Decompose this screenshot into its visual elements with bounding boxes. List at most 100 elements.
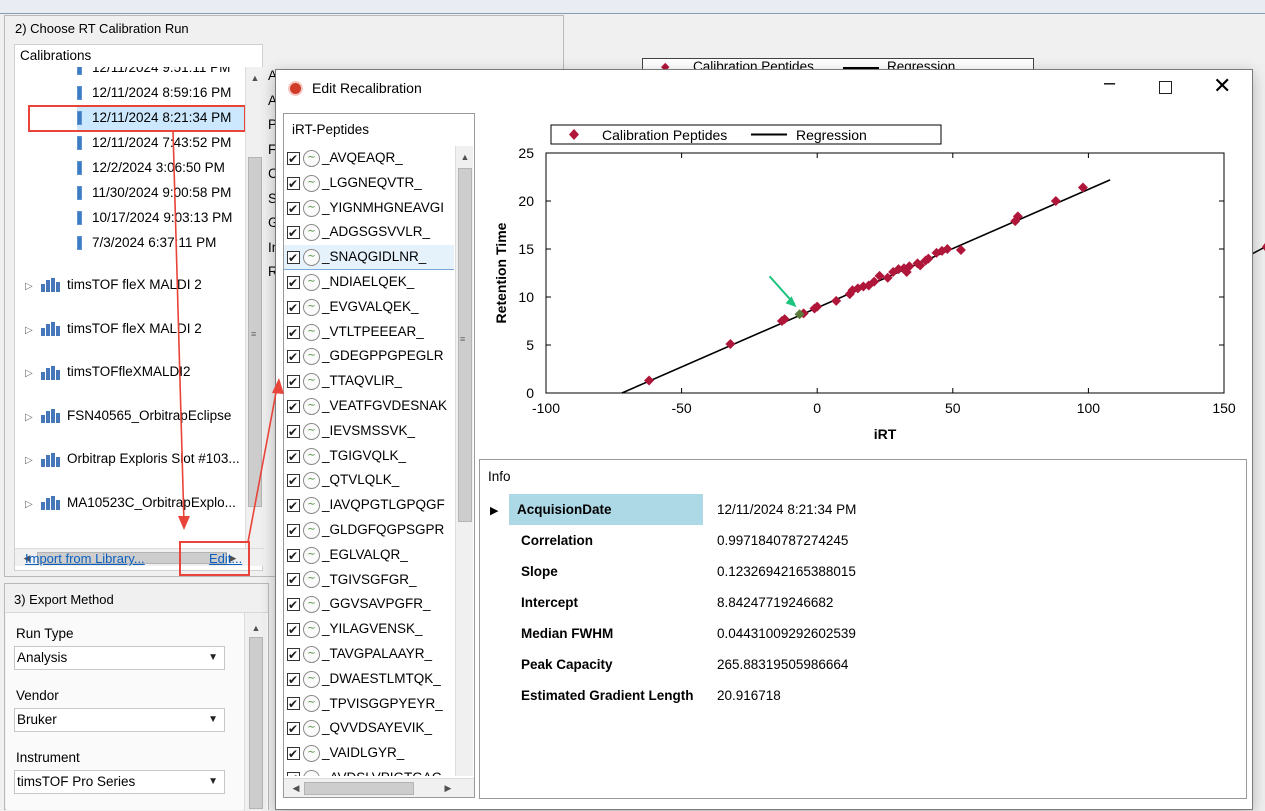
peptide-item[interactable]: ∼_EVGVALQEK_ [284, 295, 454, 320]
peptides-horizontal-scrollbar[interactable]: ◀ ▶ [284, 778, 474, 797]
expand-icon[interactable]: ▷ [25, 309, 35, 353]
expand-icon[interactable]: ▷ [25, 483, 35, 527]
calibration-run-item[interactable]: 12/11/2024 8:59:16 PM [77, 80, 247, 105]
peptide-item[interactable]: ∼_YIGNMHGNEAVGI [284, 196, 454, 220]
peptide-checkbox[interactable] [287, 469, 300, 493]
peptide-checkbox[interactable] [287, 519, 300, 543]
peptide-checkbox[interactable] [287, 742, 300, 766]
peptide-item[interactable]: ∼_DWAESTLMTQK_ [284, 667, 454, 692]
peptide-checkbox[interactable] [287, 618, 300, 642]
instrument-node[interactable]: ▷ timsTOF fleX MALDI 2 [25, 263, 250, 307]
peptide-item[interactable]: ∼_NDIAELQEK_ [284, 270, 454, 295]
close-icon[interactable]: ✕ [1213, 73, 1231, 99]
peptides-scroll-thumb[interactable] [458, 168, 472, 522]
peptide-checkbox[interactable] [287, 494, 300, 518]
peptide-item[interactable]: ∼_TGIGVQLK_ [284, 444, 454, 468]
peptide-checkbox[interactable] [287, 568, 300, 592]
vendor-combo[interactable]: Bruker ▼ [14, 708, 225, 732]
info-row[interactable]: Intercept 8.84247719246682 [488, 587, 1228, 618]
calibration-run-item[interactable]: 12/11/2024 9:51:11 PM [77, 67, 247, 80]
minimize-icon[interactable]: – [1104, 72, 1115, 95]
peptide-checkbox[interactable] [287, 246, 300, 269]
peptide-item[interactable]: ∼_SNAQGIDLNR_ [284, 245, 454, 270]
peptide-checkbox[interactable] [287, 221, 300, 245]
peptides-vertical-scrollbar[interactable]: ▲ ≡ [455, 146, 473, 776]
maximize-icon[interactable] [1159, 81, 1172, 94]
instrument-node[interactable]: ▷ Orbitrap Exploris Slot #103... [25, 437, 250, 481]
peptide-label: _EVGVALQEK_ [322, 298, 419, 314]
peptide-checkbox[interactable] [287, 271, 300, 295]
peptide-checkbox[interactable] [287, 692, 300, 716]
peptide-item[interactable]: ∼_ADGSGSVVLR_ [284, 220, 454, 245]
scroll-up-icon[interactable]: ▲ [248, 71, 262, 85]
peptide-item[interactable]: ∼_VTLTPEEEAR_ [284, 320, 454, 344]
info-row[interactable]: Slope 0.12326942165388015 [488, 556, 1228, 587]
peptide-checkbox[interactable] [287, 345, 300, 369]
peptide-item[interactable]: ∼_GGVSAVPGFR_ [284, 592, 454, 617]
scroll-left-icon[interactable]: ◀ [290, 781, 302, 795]
peptide-checkbox[interactable] [287, 370, 300, 394]
peptide-checkbox[interactable] [287, 296, 300, 320]
peptide-item[interactable]: ∼_YILAGVENSK_ [284, 617, 454, 642]
peptide-checkbox[interactable] [287, 717, 300, 741]
peptide-checkbox[interactable] [287, 767, 300, 776]
calibration-run-item[interactable]: 12/2/2024 3:06:50 PM [77, 155, 247, 180]
peptide-checkbox[interactable] [287, 395, 300, 419]
peptide-item[interactable]: ∼_VAIDLGYR_ [284, 741, 454, 766]
peptide-checkbox[interactable] [287, 593, 300, 617]
info-row[interactable]: Median FWHM 0.04431009292602539 [488, 618, 1228, 649]
export-scroll-thumb[interactable] [249, 637, 263, 809]
peptides-h-scroll-thumb[interactable] [304, 782, 414, 795]
peptide-item[interactable]: ∼_QVVDSAYEVIK_ [284, 716, 454, 741]
peptide-checkbox[interactable] [287, 643, 300, 667]
calibration-run-item[interactable]: 10/17/2024 9:03:13 PM [77, 205, 247, 230]
peptide-item[interactable]: ∼_TGIVSGFGR_ [284, 568, 454, 592]
peptide-item[interactable]: ∼_QTVLQLK_ [284, 468, 454, 493]
peptide-checkbox[interactable] [287, 147, 300, 171]
peptide-checkbox[interactable] [287, 197, 300, 220]
peptide-item[interactable]: ∼_IEVSMSSVK_ [284, 419, 454, 444]
scroll-up-icon[interactable]: ▲ [458, 150, 472, 164]
scroll-right-icon[interactable]: ▶ [442, 781, 454, 795]
instrument-combo[interactable]: timsTOF Pro Series ▼ [14, 770, 225, 794]
expand-icon[interactable]: ▷ [25, 396, 35, 440]
peptide-checkbox[interactable] [287, 544, 300, 568]
calibration-run-item[interactable]: 7/3/2024 6:37:11 PM [77, 230, 247, 255]
info-row[interactable]: Peak Capacity 265.88319505986664 [488, 649, 1228, 680]
instrument-node[interactable]: ▷ timsTOF fleX MALDI 2 [25, 307, 250, 351]
peptide-checkbox[interactable] [287, 420, 300, 444]
info-row[interactable]: Correlation 0.9971840787274245 [488, 525, 1228, 556]
peptide-checkbox[interactable] [287, 321, 300, 344]
peptide-checkbox[interactable] [287, 445, 300, 468]
peptide-item[interactable]: ∼_GDEGPPGPEGLR [284, 344, 454, 369]
peptide-item[interactable]: ∼_EGLVALQR_ [284, 543, 454, 568]
scroll-up-icon[interactable]: ▲ [249, 621, 263, 635]
peptide-item[interactable]: ∼_AVDSLVPIGTGAC [284, 766, 454, 776]
info-row[interactable]: Estimated Gradient Length 20.916718 [488, 680, 1228, 711]
tree-vertical-scrollbar[interactable]: ▲ ≡ [245, 67, 263, 548]
peptide-item[interactable]: ∼_IAVQPGTLGPQGF [284, 493, 454, 518]
peptide-item[interactable]: ∼_VEATFGVDESNAK [284, 394, 454, 419]
peptide-item[interactable]: ∼_TTAQVLIR_ [284, 369, 454, 394]
calibration-run-item[interactable]: 11/30/2024 9:00:58 PM [77, 180, 247, 205]
instrument-node[interactable]: ▷ timsTOFfleXMALDI2 [25, 350, 250, 394]
peptide-item[interactable]: ∼_TPVISGGPYEYR_ [284, 692, 454, 716]
expand-icon[interactable]: ▷ [25, 265, 35, 309]
expand-icon[interactable]: ▷ [25, 439, 35, 483]
expand-icon[interactable]: ▷ [25, 352, 35, 396]
info-value: 265.88319505986664 [717, 657, 849, 672]
calibration-run-item[interactable]: 12/11/2024 7:43:52 PM [77, 130, 247, 155]
import-from-library-link[interactable]: Import from Library... [25, 551, 145, 566]
info-row[interactable]: AcquisionDate 12/11/2024 8:21:34 PM [488, 494, 1228, 525]
peptide-item[interactable]: ∼_GLDGFQGPSGPR [284, 518, 454, 543]
instrument-node[interactable]: ▷ MA10523C_OrbitrapExplo... [25, 481, 250, 525]
run-type-combo[interactable]: Analysis ▼ [14, 646, 225, 670]
peptide-item[interactable]: ∼_TAVGPALAAYR_ [284, 642, 454, 667]
peptide-item[interactable]: ∼_LGGNEQVTR_ [284, 171, 454, 196]
dialog-title-bar[interactable]: Edit Recalibration – ✕ [276, 70, 1252, 108]
peptide-checkbox[interactable] [287, 172, 300, 196]
peptide-item[interactable]: ∼_AVQEAQR_ [284, 146, 454, 171]
export-scrollbar[interactable]: ▲ [244, 613, 266, 811]
instrument-node[interactable]: ▷ FSN40565_OrbitrapEclipse [25, 394, 250, 438]
peptide-checkbox[interactable] [287, 668, 300, 692]
